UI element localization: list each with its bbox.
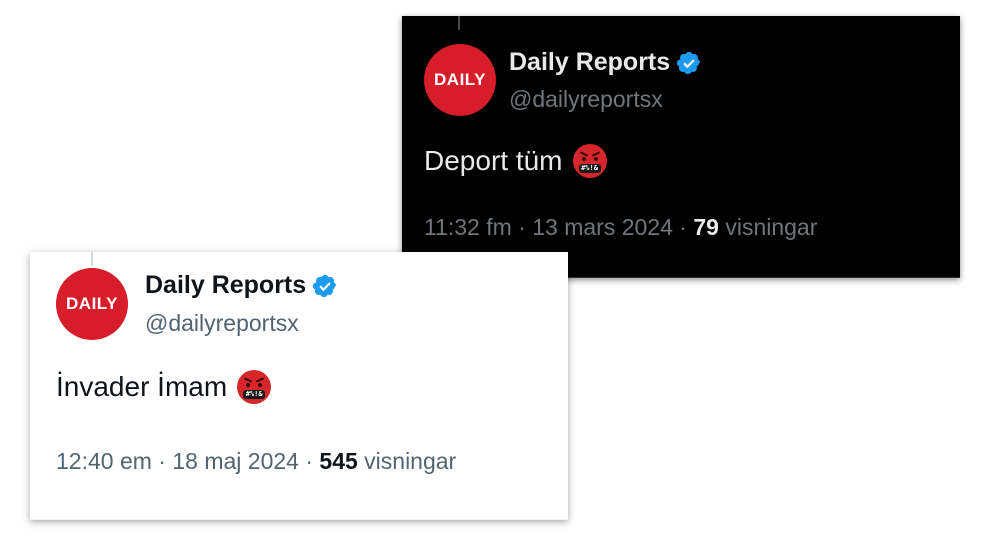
display-name[interactable]: Daily Reports	[509, 48, 670, 77]
thread-line	[458, 16, 460, 30]
separator: ·	[305, 448, 314, 474]
separator: ·	[679, 214, 687, 240]
views-label[interactable]: visningar	[364, 448, 456, 474]
tweet-card-dark[interactable]: DAILY Daily Reports @dailyreportsx Depor…	[402, 16, 960, 278]
face-with-symbols-on-mouth-emoji: #%!&	[237, 370, 272, 404]
user-handle[interactable]: @dailyreportsx	[145, 310, 299, 337]
author-name-row[interactable]: Daily Reports	[509, 48, 702, 77]
tweet-meta: 12:40 em · 18 maj 2024 · 545 visningar	[56, 448, 456, 475]
verified-badge-icon	[312, 274, 337, 297]
tweet-text: Deport tüm #%!&	[424, 144, 607, 178]
tweet-card-light[interactable]: DAILY Daily Reports @dailyreportsx İnvad…	[30, 252, 568, 520]
face-with-symbols-on-mouth-emoji: #%!&	[572, 144, 607, 178]
avatar[interactable]: DAILY	[56, 268, 128, 340]
tweet-text-content: İnvader İmam	[56, 371, 228, 402]
avatar-logo-text: DAILY	[434, 70, 486, 89]
user-handle[interactable]: @dailyreportsx	[509, 86, 663, 113]
tweet-time[interactable]: 12:40 em	[56, 448, 152, 474]
views-count[interactable]: 545	[319, 448, 357, 474]
tweet-text-content: Deport tüm	[424, 145, 563, 176]
views-count[interactable]: 79	[693, 214, 719, 240]
verified-badge-icon	[676, 51, 701, 74]
separator: ·	[158, 448, 166, 474]
tweet-meta: 11:32 fm · 13 mars 2024 · 79 visningar	[424, 214, 817, 241]
tweet-time[interactable]: 11:32 fm	[424, 214, 512, 240]
divider	[30, 519, 568, 520]
avatar-logo-text: DAILY	[66, 294, 118, 313]
tweet-text: İnvader İmam #%!&	[56, 370, 272, 404]
views-label[interactable]: visningar	[725, 214, 817, 240]
thread-line	[91, 252, 93, 266]
author-name-row[interactable]: Daily Reports	[145, 271, 338, 300]
emoji-symbols: #%!&	[578, 164, 601, 173]
separator: ·	[518, 214, 526, 240]
tweet-date[interactable]: 13 mars 2024	[532, 214, 673, 240]
emoji-symbols: #%!&	[243, 390, 266, 399]
tweet-date[interactable]: 18 maj 2024	[172, 448, 299, 474]
display-name[interactable]: Daily Reports	[145, 271, 306, 300]
avatar[interactable]: DAILY	[424, 44, 496, 116]
